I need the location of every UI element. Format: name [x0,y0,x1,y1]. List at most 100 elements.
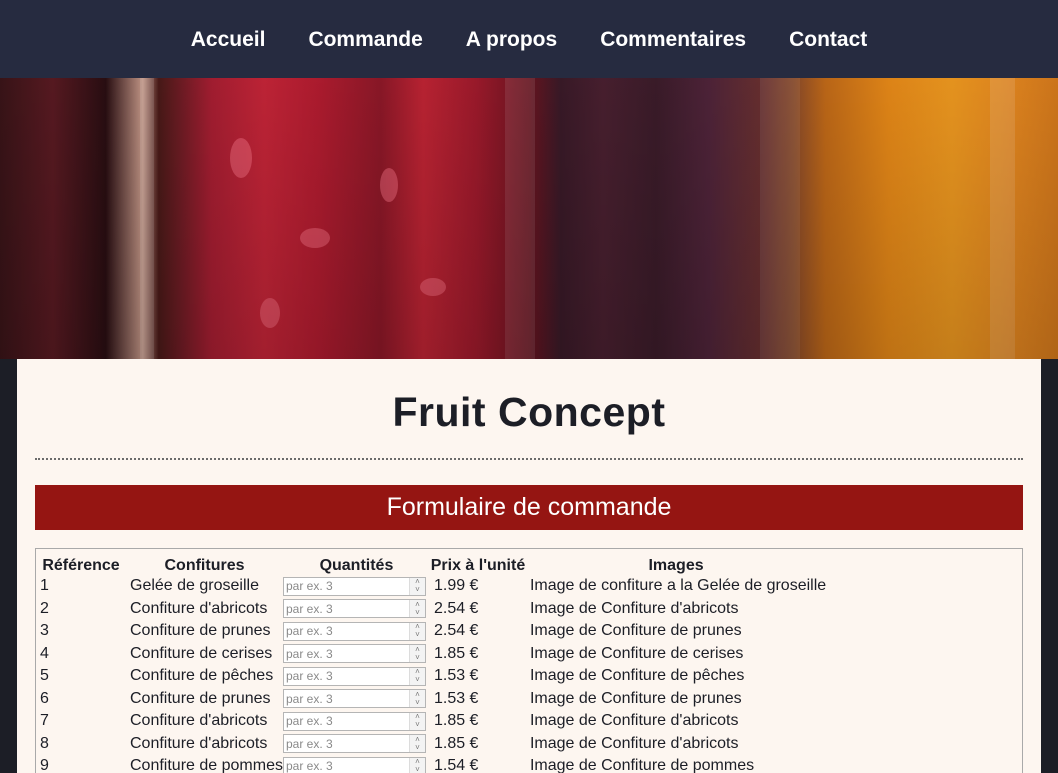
cell-image-alt: Image de Confiture de pêches [529,667,745,685]
cell-reference: 4 [40,644,49,662]
cell-price: 1.85 € [433,734,479,752]
spinner-arrows-icon[interactable]: ˄ ˅ [408,622,425,640]
table-row: 4 Confiture de cerises par ex. 3 ˄ ˅ 1.85 € Im… [36,643,826,666]
table-row: 8 Confiture d'abricots par ex. 3 ˄ ˅ 1.85 € Im… [36,733,826,756]
cell-price: 1.85 € [433,712,479,730]
quantity-input[interactable]: par ex. 3 ˄ ˅ [282,644,426,664]
spinner-arrows-icon[interactable]: ˄ ˅ [408,735,425,753]
cell-image-alt: Image de Confiture de cerises [529,644,744,662]
table-row: 2 Confiture d'abricots par ex. 3 ˄ ˅ 2.54 € Im… [36,598,826,621]
cell-quantity: par ex. 3 ˄ ˅ [282,643,430,666]
cell-confiture-name: Confiture de cerises [130,644,273,662]
cell-quantity: par ex. 3 ˄ ˅ [282,620,430,643]
cell-quantity: par ex. 3 ˄ ˅ [282,575,430,598]
cell-confiture-name: Confiture de pêches [130,667,274,685]
cell-price: 2.54 € [433,599,479,617]
spinner-arrows-icon[interactable]: ˄ ˅ [408,712,425,730]
quantity-input[interactable]: par ex. 3 ˄ ˅ [282,666,426,686]
cell-image-alt: Image de Confiture de prunes [529,622,742,640]
cell-price: 1.85 € [433,644,479,662]
header-prix: Prix à l'unité [430,557,526,574]
quantity-placeholder: par ex. 3 [285,759,333,773]
cell-reference: 1 [40,577,49,595]
quantity-placeholder: par ex. 3 [285,579,333,594]
cell-reference: 9 [40,757,49,773]
quantity-placeholder: par ex. 3 [285,691,333,706]
spinner-arrows-icon[interactable]: ˄ ˅ [408,757,425,773]
table-row: 3 Confiture de prunes par ex. 3 ˄ ˅ 2.54 € Ima… [36,620,826,643]
quantity-placeholder: par ex. 3 [285,736,333,751]
header-images: Images [648,557,704,574]
table-row: 5 Confiture de pêches par ex. 3 ˄ ˅ 1.53 € Ima… [36,665,826,688]
dotted-divider [35,458,1023,460]
quantity-input[interactable]: par ex. 3 ˄ ˅ [282,734,426,754]
quantity-placeholder: par ex. 3 [285,669,333,684]
cell-confiture-name: Confiture d'abricots [130,712,268,730]
cell-reference: 2 [40,599,49,617]
nav-link-contact[interactable]: Contact [789,26,867,52]
cell-image-alt: Image de confiture a la Gelée de groseil… [529,577,827,595]
cell-image-alt: Image de Confiture de prunes [529,689,742,707]
cell-confiture-name: Confiture de prunes [130,622,271,640]
cell-reference: 6 [40,689,49,707]
cell-quantity: par ex. 3 ˄ ˅ [282,598,430,621]
cell-image-alt: Image de Confiture d'abricots [529,599,739,617]
nav-link-commentaires[interactable]: Commentaires [600,26,746,52]
quantity-input[interactable]: par ex. 3 ˄ ˅ [282,576,426,596]
cell-reference: 7 [40,712,49,730]
quantity-placeholder: par ex. 3 [285,601,333,616]
cell-reference: 5 [40,667,49,685]
cell-confiture-name: Confiture d'abricots [130,734,268,752]
order-table: Référence Confitures Quantités Prix à l'… [36,549,826,773]
cell-price: 2.54 € [433,622,479,640]
cell-quantity: par ex. 3 ˄ ˅ [282,665,430,688]
quantity-input[interactable]: par ex. 3 ˄ ˅ [282,756,426,773]
cell-reference: 3 [40,622,49,640]
cell-quantity: par ex. 3 ˄ ˅ [282,710,430,733]
cell-image-alt: Image de Confiture d'abricots [529,712,739,730]
header-quantites: Quantités [319,557,394,574]
spinner-arrows-icon[interactable]: ˄ ˅ [408,690,425,708]
spinner-arrows-icon[interactable]: ˄ ˅ [408,667,425,685]
cell-quantity: par ex. 3 ˄ ˅ [282,733,430,756]
header-reference: Référence [42,557,120,574]
nav-link-commande[interactable]: Commande [308,26,422,52]
main-navbar: Accueil Commande A propos Commentaires C… [0,0,1058,78]
form-title-banner: Formulaire de commande [35,485,1023,530]
cell-confiture-name: Confiture d'abricots [130,599,268,617]
hero-image-jam-jars [0,78,1058,359]
cell-image-alt: Image de Confiture de pommes [529,757,755,773]
cell-price: 1.99 € [433,577,479,595]
cell-image-alt: Image de Confiture d'abricots [529,734,739,752]
page-title: Fruit Concept [392,389,666,435]
quantity-placeholder: par ex. 3 [285,646,333,661]
cell-quantity: par ex. 3 ˄ ˅ [282,688,430,711]
table-row: 7 Confiture d'abricots par ex. 3 ˄ ˅ 1.85 € Im… [36,710,826,733]
table-row: 1 Gelée de groseille par ex. 3 ˄ ˅ 1.99 € Imag… [36,575,826,598]
quantity-placeholder: par ex. 3 [285,714,333,729]
cell-quantity: par ex. 3 ˄ ˅ [282,755,430,773]
quantity-placeholder: par ex. 3 [285,624,333,639]
spinner-arrows-icon[interactable]: ˄ ˅ [408,577,425,595]
nav-link-a-propos[interactable]: A propos [466,26,557,52]
main-content: Fruit Concept Formulaire de commande Réf… [17,359,1041,773]
quantity-input[interactable]: par ex. 3 ˄ ˅ [282,599,426,619]
table-row: 9 Confiture de pommes par ex. 3 ˄ ˅ 1.54 € Ima… [36,755,826,773]
hero-shade [0,78,1058,359]
spinner-arrows-icon[interactable]: ˄ ˅ [408,600,425,618]
cell-confiture-name: Gelée de groseille [130,577,259,595]
table-row: 6 Confiture de prunes par ex. 3 ˄ ˅ 1.53 € Ima… [36,688,826,711]
quantity-input[interactable]: par ex. 3 ˄ ˅ [282,621,426,641]
nav-link-accueil[interactable]: Accueil [191,26,266,52]
table-body: 1 Gelée de groseille par ex. 3 ˄ ˅ 1.99 € Imag… [36,575,826,773]
spinner-arrows-icon[interactable]: ˄ ˅ [408,645,425,663]
header-confitures: Confitures [164,557,245,574]
cell-reference: 8 [40,734,49,752]
cell-confiture-name: Confiture de prunes [130,689,271,707]
order-table-container: Référence Confitures Quantités Prix à l'… [35,548,1023,773]
cell-price: 1.53 € [433,667,479,685]
quantity-input[interactable]: par ex. 3 ˄ ˅ [282,711,426,731]
table-header-row: Référence Confitures Quantités Prix à l'… [36,549,826,575]
quantity-input[interactable]: par ex. 3 ˄ ˅ [282,689,426,709]
cell-confiture-name: Confiture de pommes [130,757,283,773]
